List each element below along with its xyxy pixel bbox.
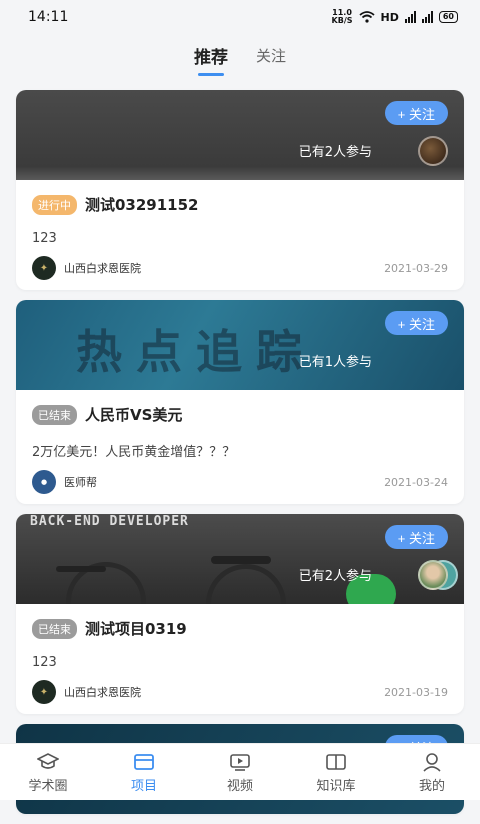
organization: ● 医师帮 bbox=[32, 470, 97, 494]
card-banner: BACK-END DEVELOPER + 关注 已有2人参与 bbox=[16, 514, 464, 604]
card-body: 已结束 测试项目0319 123 ✦ 山西白求恩医院 2021-03-19 bbox=[16, 604, 464, 714]
wifi-icon bbox=[358, 11, 375, 23]
tab-recommend[interactable]: 推荐 bbox=[194, 43, 228, 74]
signal-icon bbox=[404, 11, 416, 23]
nav-label: 学术圈 bbox=[28, 778, 68, 794]
participant-count: 已有2人参与 bbox=[298, 145, 372, 160]
nav-label: 我的 bbox=[418, 778, 445, 794]
card-description: 123 bbox=[32, 655, 57, 670]
participant-count: 已有1人参与 bbox=[298, 355, 372, 370]
card-body: 已结束 人民币VS美元 2万亿美元！人民币黄金增值？？？ ● 医师帮 2021-… bbox=[16, 390, 464, 504]
follow-button[interactable]: + 关注 bbox=[384, 525, 448, 549]
org-name: 山西白求恩医院 bbox=[64, 262, 141, 275]
card-banner: + 关注 已有2人参与 bbox=[16, 90, 464, 180]
card-title: 测试03291152 bbox=[85, 196, 199, 214]
tab-following[interactable]: 关注 bbox=[256, 45, 286, 72]
participant-count: 已有2人参与 bbox=[298, 569, 372, 584]
card-title: 人民币VS美元 bbox=[85, 406, 183, 424]
meta-row: ✦ 山西白求恩医院 2021-03-29 bbox=[32, 256, 448, 280]
top-tabs: 推荐 关注 bbox=[0, 34, 480, 82]
status-badge: 已结束 bbox=[32, 404, 77, 425]
folder-icon bbox=[133, 751, 155, 773]
book-icon bbox=[325, 751, 347, 773]
status-badge: 已结束 bbox=[32, 618, 77, 639]
organization: ✦ 山西白求恩医院 bbox=[32, 256, 141, 280]
card-description: 2万亿美元！人民币黄金增值？？？ bbox=[32, 445, 236, 460]
participant-avatar bbox=[418, 560, 448, 590]
nav-item-projects[interactable]: 项目 bbox=[104, 751, 184, 794]
bike-frame-graphic bbox=[211, 556, 271, 564]
meta-row: ● 医师帮 2021-03-24 bbox=[32, 470, 448, 494]
org-name: 山西白求恩医院 bbox=[64, 686, 141, 699]
project-feed: + 关注 已有2人参与 进行中 测试03291152 123 ✦ 山西白求恩医院… bbox=[16, 90, 464, 824]
title-row: 进行中 测试03291152 bbox=[32, 194, 448, 215]
nav-label: 项目 bbox=[130, 778, 157, 794]
nav-label: 视频 bbox=[226, 778, 253, 794]
nav-label: 知识库 bbox=[316, 778, 356, 794]
org-logo-icon: ● bbox=[32, 470, 56, 494]
meta-row: ✦ 山西白求恩医院 2021-03-19 bbox=[32, 680, 448, 704]
follow-button[interactable]: + 关注 bbox=[384, 311, 448, 335]
network-speed: 11.0 KB/S bbox=[331, 8, 353, 25]
hd-indicator: HD bbox=[380, 10, 399, 24]
org-logo-icon: ✦ bbox=[32, 256, 56, 280]
banner-text: 热点追踪 bbox=[76, 325, 316, 379]
participant-avatar bbox=[418, 136, 448, 166]
organization: ✦ 山西白求恩医院 bbox=[32, 680, 141, 704]
nav-item-video[interactable]: 视频 bbox=[200, 751, 280, 794]
user-icon bbox=[421, 751, 443, 773]
project-card[interactable]: 热点追踪 + 关注 已有1人参与 已结束 人民币VS美元 2万亿美元！人民币黄金… bbox=[16, 300, 464, 504]
title-row: 已结束 测试项目0319 bbox=[32, 618, 448, 639]
status-time: 14:11 bbox=[28, 9, 69, 25]
org-name: 医师帮 bbox=[64, 476, 97, 489]
follow-button[interactable]: + 关注 bbox=[384, 101, 448, 125]
mortarboard-icon bbox=[37, 751, 59, 773]
status-icons: 11.0 KB/S HD 60 bbox=[332, 9, 458, 25]
project-card[interactable]: BACK-END DEVELOPER + 关注 已有2人参与 已结束 测试项目0… bbox=[16, 514, 464, 714]
card-date: 2021-03-29 bbox=[384, 261, 448, 275]
video-icon bbox=[229, 751, 251, 773]
banner-text: BACK-END DEVELOPER bbox=[30, 514, 189, 529]
project-card[interactable]: + 关注 已有2人参与 进行中 测试03291152 123 ✦ 山西白求恩医院… bbox=[16, 90, 464, 290]
nav-item-knowledge[interactable]: 知识库 bbox=[296, 751, 376, 794]
status-badge: 进行中 bbox=[32, 194, 77, 215]
card-date: 2021-03-19 bbox=[384, 685, 448, 699]
nav-item-academic[interactable]: 学术圈 bbox=[8, 751, 88, 794]
battery-icon: 60 bbox=[438, 11, 458, 23]
card-date: 2021-03-24 bbox=[384, 475, 448, 489]
card-banner: 热点追踪 + 关注 已有1人参与 bbox=[16, 300, 464, 390]
signal-icon bbox=[421, 11, 433, 23]
nav-item-mine[interactable]: 我的 bbox=[392, 751, 472, 794]
status-bar: 14:11 11.0 KB/S HD 60 bbox=[0, 0, 480, 34]
org-logo-icon: ✦ bbox=[32, 680, 56, 704]
card-body: 进行中 测试03291152 123 ✦ 山西白求恩医院 2021-03-29 bbox=[16, 180, 464, 290]
bike-wheel-graphic bbox=[206, 564, 286, 604]
bike-frame-graphic bbox=[56, 566, 106, 572]
card-description: 123 bbox=[32, 231, 57, 246]
bottom-nav: 学术圈 项目 视频 知识库 我的 bbox=[0, 743, 480, 800]
card-title: 测试项目0319 bbox=[85, 620, 187, 638]
title-row: 已结束 人民币VS美元 bbox=[32, 404, 448, 425]
